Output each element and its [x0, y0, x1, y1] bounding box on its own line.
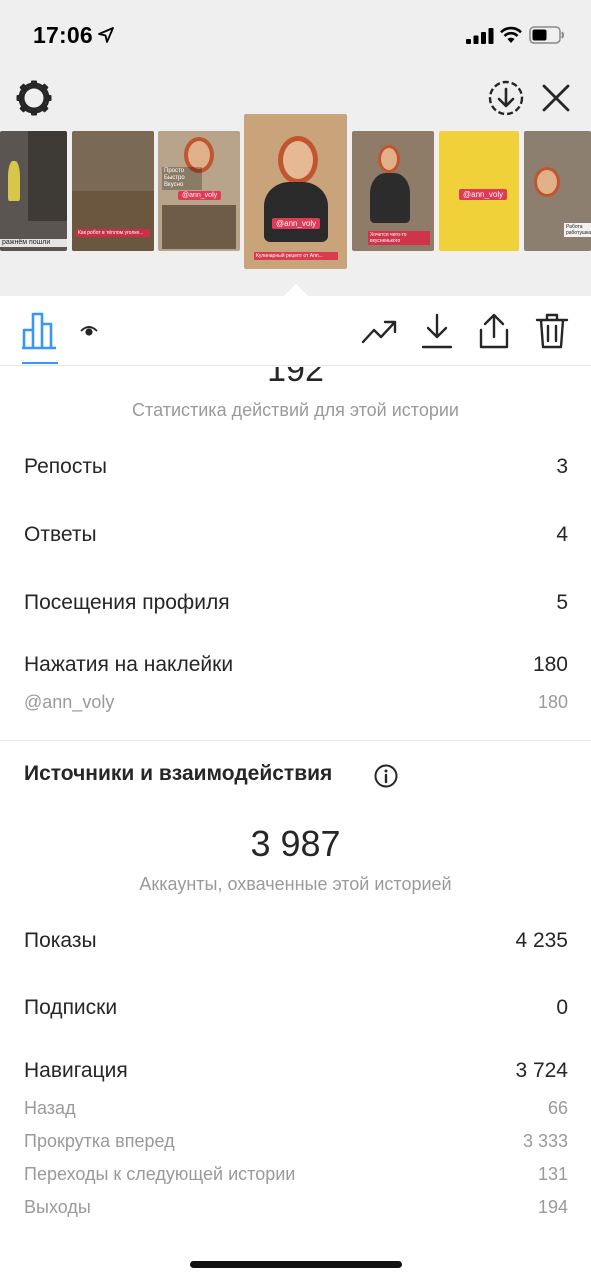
story-header-area: 17:06 ражнём пошли Как робот в тёплом уг… — [0, 0, 591, 297]
stat-label: Репосты — [24, 455, 108, 478]
thumb-body — [264, 182, 328, 242]
stat-value: 0 — [556, 996, 568, 1019]
stat-sublabel: Прокрутка вперед — [24, 1131, 175, 1151]
selected-caret — [283, 284, 309, 297]
thumb-face — [278, 136, 318, 184]
share-icon[interactable] — [475, 312, 513, 350]
stat-value: 4 235 — [515, 929, 568, 952]
thumb-body — [370, 173, 410, 223]
stat-row-reposts: Репосты 3 — [24, 455, 568, 479]
location-arrow-icon — [98, 27, 114, 43]
stat-subvalue: 131 — [537, 1164, 568, 1184]
thumb-figure — [8, 161, 20, 201]
stat-subvalue: 180 — [537, 692, 568, 712]
reach-value: 3 987 — [250, 823, 341, 864]
stat-label: Посещения профиля — [24, 591, 230, 614]
thumb-caption: Работа работушка — [564, 223, 591, 237]
stat-row-impressions: Показы 4 235 — [24, 929, 568, 953]
thumb-tag: @ann_voly — [178, 191, 222, 200]
thumb-tag: @ann_voly — [272, 218, 321, 229]
stat-label: Подписки — [24, 996, 118, 1019]
active-tab-indicator — [22, 362, 58, 364]
thumb-floor — [72, 191, 154, 251]
bar-chart-icon[interactable] — [22, 310, 58, 350]
story-thumbnail[interactable]: Как робот в тёплом уголке... — [72, 131, 154, 251]
thumb-food — [162, 205, 236, 249]
top-value-clip: 192 — [0, 367, 591, 387]
nav-subrow-forward: Прокрутка вперед 3 333 — [24, 1131, 568, 1152]
stat-subvalue: 194 — [537, 1197, 568, 1217]
story-thumbnail[interactable]: ражнём пошли — [0, 131, 67, 251]
download-circle-icon[interactable] — [486, 78, 526, 118]
wifi-icon — [500, 26, 522, 43]
stat-sublabel: @ann_voly — [24, 692, 115, 712]
nav-subrow-back: Назад 66 — [24, 1098, 568, 1119]
thumb-caption: Кулинарный рецепт от Ann... — [254, 252, 338, 260]
battery-icon — [529, 26, 564, 44]
section-divider — [0, 740, 591, 741]
thumb-face — [534, 167, 560, 197]
stat-sublabel: Назад — [24, 1098, 76, 1118]
stat-row-replies: Ответы 4 — [24, 523, 568, 547]
story-thumbnail[interactable]: Работа работушка — [524, 131, 591, 251]
thumb-face — [378, 145, 400, 173]
stat-sublabel: Переходы к следующей истории — [24, 1164, 296, 1184]
stat-value: 180 — [532, 653, 568, 676]
thumb-caption: Хочется чего-то вкусненького — [368, 231, 430, 245]
download-icon[interactable] — [418, 312, 456, 350]
stat-row-navigation: Навигация 3 724 — [24, 1059, 568, 1083]
info-icon[interactable] — [374, 764, 398, 788]
stat-row-sticker-taps: Нажатия на наклейки 180 — [24, 653, 568, 677]
stat-subvalue: 3 333 — [522, 1131, 568, 1151]
thumb-caption: Как робот в тёплом уголке... — [76, 229, 150, 237]
stat-label: Ответы — [24, 523, 97, 546]
stat-label: Показы — [24, 929, 97, 952]
status-bar: 17:06 — [0, 0, 591, 70]
stat-value: 3 724 — [515, 1059, 568, 1082]
thumb-caption: ражнём пошли — [0, 239, 67, 247]
stat-label: Навигация — [24, 1059, 128, 1082]
stat-value: 4 — [556, 523, 568, 546]
status-time: 17:06 — [33, 22, 93, 48]
close-icon[interactable] — [538, 80, 574, 116]
thumb-caption: Просто Быстро Вкусно — [162, 167, 202, 190]
stat-row-profile-visits: Посещения профиля 5 — [24, 591, 568, 615]
nav-subrow-exits: Выходы 194 — [24, 1197, 568, 1218]
signal-icon — [466, 28, 494, 44]
actions-caption: Статистика действий для этой истории — [132, 400, 459, 420]
thumb-tag: @ann_voly — [459, 189, 508, 200]
stat-value: 5 — [556, 591, 568, 614]
nav-subrow-next-story: Переходы к следующей истории 131 — [24, 1164, 568, 1185]
story-thumbnail[interactable]: Хочется чего-то вкусненького — [352, 131, 434, 251]
thumb-doorframe — [28, 131, 67, 221]
trash-icon[interactable] — [533, 312, 571, 350]
insights-action-bar — [0, 296, 591, 366]
gear-icon[interactable] — [14, 78, 54, 118]
story-thumbnail-active[interactable]: @ann_voly Кулинарный рецепт от Ann... — [244, 114, 347, 269]
stat-subvalue: 66 — [547, 1098, 568, 1118]
stat-subrow-mention[interactable]: @ann_voly 180 — [24, 692, 568, 713]
reach-caption: Аккаунты, охваченные этой историей — [139, 874, 452, 894]
stat-row-follows: Подписки 0 — [24, 996, 568, 1020]
home-indicator[interactable] — [190, 1261, 402, 1268]
eye-icon[interactable] — [80, 324, 98, 338]
story-thumbnail[interactable]: @ann_voly — [439, 131, 519, 251]
stat-label: Нажатия на наклейки — [24, 653, 234, 676]
story-thumbnail[interactable]: Просто Быстро Вкусно @ann_voly — [158, 131, 240, 251]
section-title: Источники и взаимодействия — [24, 762, 333, 785]
stat-value: 3 — [556, 455, 568, 478]
interactions-total: 192 — [267, 367, 324, 387]
stat-sublabel: Выходы — [24, 1197, 91, 1217]
trending-icon[interactable] — [360, 312, 398, 350]
